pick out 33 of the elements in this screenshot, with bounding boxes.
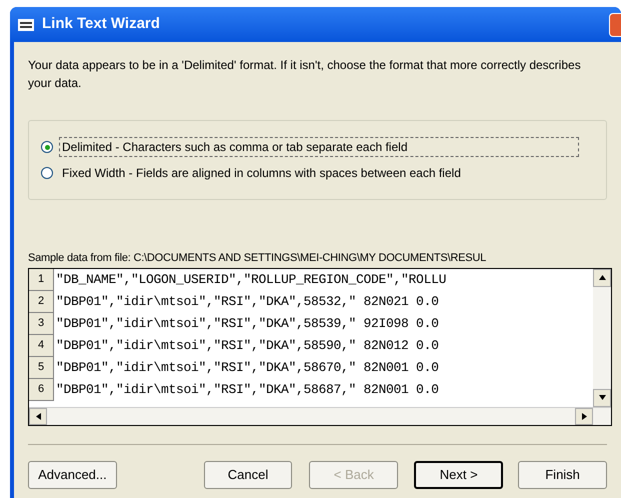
row-number: 4	[29, 334, 54, 356]
sample-label: Sample data from file: C:\DOCUMENTS AND SETTINGS\MEI-CHING\MY DOCUMENTS\RESUL	[28, 251, 488, 266]
radio-button[interactable]	[41, 141, 53, 153]
scroll-up-button[interactable]	[593, 268, 611, 286]
triangle-icon	[580, 412, 588, 420]
radio-label[interactable]: Delimited - Characters such as comma or tab separate each field	[59, 137, 579, 157]
data-row-text: "DBP01","idir\mtsoi","RSI","DKA",58590," 82N012 0.0	[55, 336, 439, 354]
row-number: 3	[29, 312, 54, 334]
scroll-down-button[interactable]	[593, 388, 611, 406]
row-number: 1	[29, 268, 54, 290]
radio-button[interactable]	[41, 167, 53, 179]
close-button[interactable]	[609, 12, 621, 36]
data-row-text: "DBP01","idir\mtsoi","RSI","DKA",58539," 92I098 0.0	[55, 314, 439, 332]
row-number: 6	[29, 378, 54, 400]
intro-text: Your data appears to be in a 'Delimited' format. If it isn't, choose the format that more correctly describes your data.	[28, 57, 582, 92]
data-row-text: "DBP01","idir\mtsoi","RSI","DKA",58670," 82N001 0.0	[55, 358, 439, 376]
radio-label[interactable]: Fixed Width - Fields are aligned in columns with spaces between each field	[59, 163, 464, 183]
advanced-button[interactable]: Advanced...	[28, 460, 117, 488]
wizard-button[interactable]: Cancel	[204, 460, 292, 488]
triangle-icon	[598, 394, 606, 401]
data-row-text: "DB_NAME","LOGON_USERID","ROLLUP_REGION_CODE","ROLLU	[55, 270, 446, 288]
wizard-button[interactable]: Finish	[518, 460, 607, 488]
scroll-right-button[interactable]	[575, 408, 593, 424]
triangle-icon	[598, 274, 606, 281]
wizard-button[interactable]: Next >	[414, 460, 504, 488]
triangle-icon	[34, 412, 42, 420]
window-icon	[18, 18, 34, 30]
row-number: 5	[29, 356, 54, 378]
window-title: Link Text Wizard	[42, 14, 160, 34]
row-number: 2	[29, 290, 54, 312]
data-row-text: "DBP01","idir\mtsoi","RSI","DKA",58687," 82N001 0.0	[55, 380, 439, 398]
scroll-left-button[interactable]	[29, 408, 47, 424]
data-row-text: "DBP01","idir\mtsoi","RSI","DKA",58532," 82N021 0.0	[55, 292, 439, 310]
